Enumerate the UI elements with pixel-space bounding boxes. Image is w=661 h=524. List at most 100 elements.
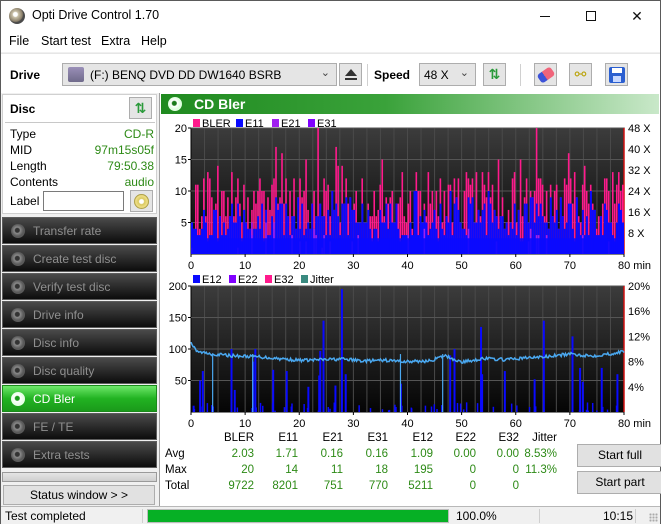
e12-bar bbox=[199, 380, 202, 412]
e12-bar bbox=[492, 406, 495, 412]
stats-header: E22 bbox=[455, 432, 476, 444]
y-tick-label: 150 bbox=[169, 313, 187, 325]
disc-row-type: Type CD-R bbox=[10, 127, 154, 143]
stats-value: 0.16 bbox=[320, 448, 343, 460]
e12-bar bbox=[236, 407, 239, 412]
e12-bar bbox=[424, 405, 427, 412]
nav-item-extra-tests[interactable]: Extra tests bbox=[2, 441, 157, 468]
nav-item-cd-bler[interactable]: CD Bler bbox=[2, 385, 157, 412]
e12-bar bbox=[436, 408, 438, 412]
menu-file[interactable]: File bbox=[9, 34, 29, 48]
panel-header: CD Bler bbox=[161, 94, 659, 114]
disc-icon bbox=[11, 308, 25, 322]
stats-value: 0 bbox=[512, 480, 519, 492]
e12-bar bbox=[201, 371, 204, 412]
legend-label: E32 bbox=[274, 274, 294, 286]
e12-bar bbox=[329, 408, 331, 412]
y2-tick-label: 48 X bbox=[628, 123, 651, 135]
maximize-button[interactable] bbox=[568, 1, 614, 31]
e12-bar bbox=[381, 409, 384, 412]
start-part-button[interactable]: Start part bbox=[577, 471, 661, 494]
settings-button[interactable]: ⚯ bbox=[569, 63, 592, 86]
toolbar: Drive (F:) BENQ DVD DD DW1640 BSRB ⌄ Spe… bbox=[1, 53, 660, 93]
e12-bar bbox=[585, 409, 588, 412]
y-tick-label: 10 bbox=[175, 186, 187, 198]
erase-button[interactable] bbox=[534, 63, 557, 86]
nav-item-drive-info[interactable]: Drive info bbox=[2, 301, 157, 328]
status-bar: Test completed 100.0% 10:15 bbox=[1, 506, 660, 524]
menu-help[interactable]: Help bbox=[141, 34, 167, 48]
stats-header: E11 bbox=[278, 432, 298, 444]
drive-select[interactable]: (F:) BENQ DVD DD DW1640 BSRB ⌄ bbox=[62, 63, 337, 86]
eraser-icon bbox=[536, 65, 555, 84]
status-window-button[interactable]: Status window > > bbox=[3, 485, 155, 505]
label-key: Label bbox=[10, 194, 40, 208]
disc-icon bbox=[11, 420, 25, 434]
status-text: Test completed bbox=[5, 509, 86, 523]
legend-swatch bbox=[265, 275, 272, 283]
e12-bar bbox=[587, 410, 589, 412]
e12-bar bbox=[283, 407, 286, 412]
disc-icon bbox=[11, 364, 25, 378]
y-tick-label: 50 bbox=[175, 376, 187, 388]
maximize-icon bbox=[586, 11, 596, 21]
toolbar-divider bbox=[520, 64, 521, 86]
e12-bar bbox=[600, 367, 603, 412]
stats-value: 2.03 bbox=[231, 448, 254, 460]
disc-label-input[interactable] bbox=[43, 191, 124, 211]
eject-button[interactable] bbox=[339, 63, 362, 86]
start-full-button[interactable]: Start full bbox=[577, 444, 661, 467]
e12-bar bbox=[344, 374, 347, 412]
menu-start-test[interactable]: Start test bbox=[41, 34, 91, 48]
drive-value: (F:) BENQ DVD DD DW1640 BSRB bbox=[90, 68, 282, 82]
nav-item-disc-quality[interactable]: Disc quality bbox=[2, 357, 157, 384]
e12-bar bbox=[581, 381, 584, 412]
minimize-icon bbox=[540, 15, 550, 17]
nav-item-verify-test-disc[interactable]: Verify test disc bbox=[2, 273, 157, 300]
nav-label: Extra tests bbox=[33, 448, 90, 462]
nav-item-create-test-disc[interactable]: Create test disc bbox=[2, 245, 157, 272]
nav-item-fe-te[interactable]: FE / TE bbox=[2, 413, 157, 440]
progress-percent: 100.0% bbox=[456, 509, 497, 523]
e12-bar bbox=[206, 403, 209, 412]
speed-select[interactable]: 48 X ⌄ bbox=[419, 63, 476, 86]
minimize-button[interactable] bbox=[522, 1, 568, 31]
disc-row-contents: Contents audio bbox=[10, 175, 154, 191]
menu-extra[interactable]: Extra bbox=[101, 34, 130, 48]
nav-label: CD Bler bbox=[33, 392, 76, 406]
disc-title: Disc bbox=[10, 102, 36, 116]
eject-icon bbox=[345, 69, 357, 76]
divider bbox=[142, 509, 143, 523]
stats-value: 20 bbox=[241, 464, 254, 476]
stats-value: 0 bbox=[469, 464, 476, 476]
panel-title: CD Bler bbox=[194, 96, 246, 112]
legend-swatch bbox=[193, 119, 200, 127]
save-button[interactable] bbox=[605, 63, 628, 86]
stats-value: 11.3% bbox=[525, 464, 557, 476]
y2-tick-label: 16 X bbox=[628, 207, 651, 219]
drive-icon bbox=[68, 67, 84, 82]
y2-tick-label: 8% bbox=[628, 357, 644, 369]
disc-label-button[interactable] bbox=[130, 190, 153, 212]
e12-bar bbox=[596, 410, 598, 412]
stats-value: 1.09 bbox=[410, 448, 433, 460]
disc-key: Contents bbox=[10, 175, 59, 189]
app-logo-icon bbox=[9, 8, 25, 24]
elapsed-time: 10:15 bbox=[603, 509, 634, 523]
e12-bar bbox=[616, 374, 619, 412]
nav-item-disc-info[interactable]: Disc info bbox=[2, 329, 157, 356]
stats-value: 0.00 bbox=[453, 448, 476, 460]
disc-refresh-button[interactable]: ⇅ bbox=[129, 97, 152, 119]
nav-item-transfer-rate[interactable]: Transfer rate bbox=[2, 217, 157, 244]
eject-icon-bar bbox=[345, 78, 357, 80]
main-panel: CD Bler BLER E11 E21 E31 5 10 15 20 8 X 16 X 24 X 3… bbox=[159, 93, 661, 506]
stats-value: 1.71 bbox=[275, 448, 298, 460]
close-button[interactable]: ✕ bbox=[614, 1, 660, 31]
e12-bar bbox=[233, 389, 236, 412]
stats-header: E32 bbox=[498, 432, 519, 444]
disc-key: Length bbox=[10, 159, 47, 173]
y2-tick-label: 24 X bbox=[628, 186, 651, 198]
resize-grip[interactable] bbox=[649, 513, 658, 522]
stats-value: 18 bbox=[375, 464, 388, 476]
refresh-speed-button[interactable]: ⇅ bbox=[483, 63, 506, 86]
